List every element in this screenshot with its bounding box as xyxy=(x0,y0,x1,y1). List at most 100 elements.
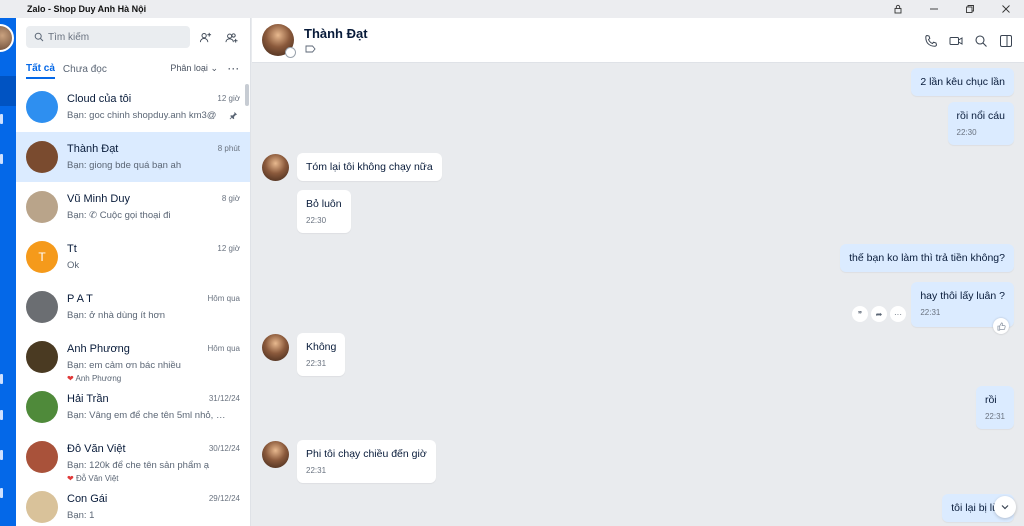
list-scrollbar[interactable] xyxy=(245,84,249,106)
lock-icon[interactable] xyxy=(880,0,916,18)
conversation-avatar xyxy=(26,191,58,223)
voice-call-button[interactable] xyxy=(918,30,943,52)
toggle-info-panel-button[interactable] xyxy=(993,30,1018,52)
message-text: 2 lần kêu chục lần xyxy=(920,76,1005,88)
search-icon xyxy=(974,35,987,47)
message-text: Không xyxy=(306,341,337,353)
my-avatar[interactable] xyxy=(0,24,14,52)
conversation-name: P A T xyxy=(67,293,93,305)
conversation-time: 8 giờ xyxy=(221,194,240,203)
message-time: 22:30 xyxy=(956,128,977,137)
chevron-down-icon: ⌄ xyxy=(210,63,218,73)
conversation-item[interactable]: P A T Hôm qua Bạn: ở nhà dùng ít hơn xyxy=(16,282,250,332)
quote-icon[interactable]: ❞ xyxy=(852,306,868,322)
conversation-time: 12 giờ xyxy=(217,244,240,253)
label-tag-icon[interactable] xyxy=(305,45,316,53)
conversation-time: 29/12/24 xyxy=(208,494,240,503)
message-text: Tóm lại tôi không chạy nữa xyxy=(306,161,433,173)
conversation-avatar xyxy=(26,341,58,373)
classify-label: Phân loại xyxy=(170,63,208,73)
nav-item-messages[interactable] xyxy=(0,76,16,106)
conversation-avatar xyxy=(26,491,58,523)
conversation-preview: Bạn: goc chinh shopduy.anh km3@ xyxy=(67,110,217,121)
message-area: 2 lần kêu chục lần rồi nổi cáu 22:30 Tóm… xyxy=(252,64,1024,526)
message-bubble-in[interactable]: Bỏ luôn 22:30 xyxy=(297,190,351,233)
conversation-item[interactable]: Con Gái 29/12/24 Bạn: 1 xyxy=(16,482,250,526)
message-bubble-out[interactable]: thế bạn ko làm thì trả tiền không? xyxy=(840,244,1014,272)
window-title: Zalo - Shop Duy Anh Hà Nội xyxy=(27,4,147,14)
nav-item-cloud[interactable] xyxy=(0,374,3,384)
message-text: hay thôi lấy luân ? xyxy=(920,290,1005,302)
more-icon[interactable]: ··· xyxy=(890,306,906,322)
video-icon xyxy=(949,37,962,45)
scroll-to-bottom-button[interactable] xyxy=(994,496,1016,518)
conversation-avatar xyxy=(26,91,58,123)
conversation-name: Thành Đạt xyxy=(67,143,119,155)
nav-item-briefcase[interactable] xyxy=(0,450,3,460)
message-time: 22:31 xyxy=(920,308,941,317)
conversation-time: Hôm qua xyxy=(207,344,240,353)
message-tools: ❞ ➦ ··· xyxy=(852,306,909,322)
conversation-panel: Tất cả Chưa đọc Phân loại ⌄ ··· Cloud củ… xyxy=(16,18,251,526)
conversation-time: 8 phút xyxy=(217,144,240,153)
search-input[interactable] xyxy=(48,31,178,43)
create-group-button[interactable] xyxy=(220,26,242,48)
chat-panel: Thành Đạt 2 lần kêu chục lần rồi nổi cáu… xyxy=(252,18,1024,526)
conversation-item[interactable]: Anh Phương Hôm qua Bạn: em cảm ơn bác nhiề… xyxy=(16,332,250,383)
more-options-button[interactable]: ··· xyxy=(228,64,240,74)
conversation-item[interactable]: Cloud của tôi 12 giờ Bạn: goc chinh shopdu… xyxy=(16,82,250,132)
conversation-preview: Bạn: ✆ Cuộc gọi thoại đi xyxy=(67,210,171,221)
window-titlebar: Zalo - Shop Duy Anh Hà Nội xyxy=(0,0,1024,18)
tab-all[interactable]: Tất cả xyxy=(26,63,55,79)
conversation-item[interactable]: Thành Đạt 8 phút Bạn: giong bde quá bạn ah xyxy=(16,132,250,182)
message-bubble-in[interactable]: Phi tôi chạy chiều đến giờ 22:31 xyxy=(297,440,436,483)
conversation-avatar xyxy=(26,441,58,473)
contact-avatar[interactable] xyxy=(262,24,296,58)
close-button[interactable] xyxy=(988,0,1024,18)
add-friend-icon xyxy=(199,32,211,42)
conversation-avatar: T xyxy=(26,241,58,273)
like-reaction-button[interactable] xyxy=(993,318,1009,334)
conversation-item[interactable]: T Tt 12 giờ Ok xyxy=(16,232,250,282)
phone-icon xyxy=(924,34,937,47)
message-bubble-in[interactable]: Tóm lại tôi không chạy nữa xyxy=(297,153,442,181)
chat-header: Thành Đạt xyxy=(252,18,1024,63)
restore-button[interactable] xyxy=(952,0,988,18)
conversation-name: Anh Phương xyxy=(67,343,130,355)
conversation-preview: Bạn: 1 xyxy=(67,510,95,521)
conversation-item[interactable]: Vũ Minh Duy 8 giờ Bạn: ✆ Cuộc gọi thoại đi xyxy=(16,182,250,232)
conversation-preview: Bạn: Vâng em để che tên 5ml nhỏ, đơ... xyxy=(67,410,227,421)
conversation-name: Con Gái xyxy=(67,493,108,505)
message-text: thế bạn ko làm thì trả tiền không? xyxy=(849,252,1005,264)
minimize-button[interactable] xyxy=(916,0,952,18)
nav-item-settings[interactable] xyxy=(0,488,3,498)
add-friend-button[interactable] xyxy=(194,26,216,48)
contact-name[interactable]: Thành Đạt xyxy=(304,26,368,41)
conversation-avatar xyxy=(26,391,58,423)
conversation-avatar xyxy=(26,141,58,173)
message-bubble-out[interactable]: rồi 22:31 xyxy=(975,386,1014,429)
conversation-preview: Bạn: giong bde quá bạn ah xyxy=(67,160,182,171)
sender-avatar[interactable] xyxy=(262,154,289,181)
conversation-item[interactable]: Hải Trần 31/12/24 Bạn: Vâng em để che tên … xyxy=(16,382,250,432)
tab-unread[interactable]: Chưa đọc xyxy=(63,64,107,78)
sidebar-panel-icon xyxy=(999,35,1012,47)
nav-item-todo[interactable] xyxy=(0,154,3,164)
message-bubble-out[interactable]: rồi nổi cáu 22:30 xyxy=(947,102,1014,145)
video-call-button[interactable] xyxy=(943,30,968,52)
message-bubble-in[interactable]: Không 22:31 xyxy=(297,333,346,376)
nav-item-contacts[interactable] xyxy=(0,114,3,124)
classify-dropdown[interactable]: Phân loại ⌄ xyxy=(170,63,218,74)
search-box[interactable] xyxy=(26,26,190,48)
conversation-preview: Bạn: 120k để che tên sản phẩm ạ xyxy=(67,460,210,471)
sender-avatar[interactable] xyxy=(262,334,289,361)
nav-item-tools[interactable] xyxy=(0,410,3,420)
conversation-preview: Ok xyxy=(67,260,80,271)
conversation-name: Đỗ Văn Việt xyxy=(67,443,126,455)
sender-avatar[interactable] xyxy=(262,441,289,468)
conversation-item[interactable]: Đỗ Văn Việt 30/12/24 Bạn: 120k để che tên … xyxy=(16,432,250,483)
search-chat-button[interactable] xyxy=(968,30,993,52)
message-time: 22:31 xyxy=(306,359,327,368)
message-bubble-out[interactable]: 2 lần kêu chục lần xyxy=(911,68,1014,96)
forward-icon[interactable]: ➦ xyxy=(871,306,887,322)
